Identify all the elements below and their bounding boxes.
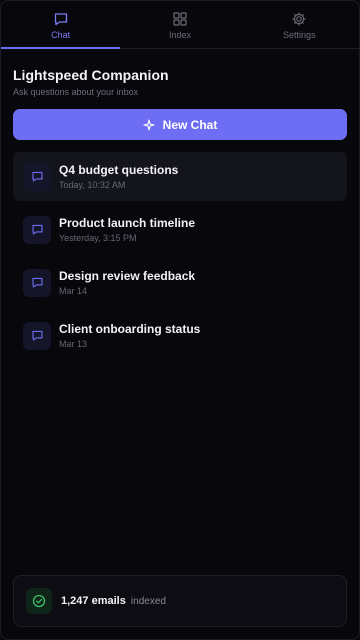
tab-index-label: Index [168,30,191,40]
chat-list-item[interactable]: Q4 budget questions Today, 10:32 AM [13,152,347,201]
chat-bubble-icon [31,330,43,341]
page-header: Lightspeed Companion Ask questions about… [1,49,359,97]
chat-bubble-icon [31,224,43,235]
indexed-count: 1,247 emails [61,595,126,607]
tab-settings-label: Settings [283,30,316,40]
chat-list-item[interactable]: Product launch timeline Yesterday, 3:15 … [13,205,347,254]
index-status-badge [26,588,52,614]
chat-list: Q4 budget questions Today, 10:32 AM Prod… [13,152,347,360]
chat-list-item[interactable]: Client onboarding status Mar 13 [13,311,347,360]
check-circle-icon [32,594,46,608]
sparkle-icon [143,118,155,131]
new-chat-label: New Chat [162,117,218,132]
indexed-label: indexed [130,596,166,607]
app-window: Chat Index Settings Lightspeed Companion… [0,0,360,640]
index-status-text: 1,247 emails indexed [61,595,166,607]
chat-item-time: Mar 14 [59,286,88,296]
tab-index[interactable]: Index [120,1,239,48]
chat-bubble-icon [54,13,67,26]
chat-item-title: Design review feedback [59,269,196,283]
chat-item-icon-box [23,162,51,191]
index-status-card: 1,247 emails indexed [13,575,347,627]
gear-icon [292,12,306,26]
chat-list-item[interactable]: Design review feedback Mar 14 [13,258,347,307]
chat-item-time: Mar 13 [59,339,88,349]
chat-item-time: Today, 10:32 AM [59,180,126,190]
tab-chat-label: Chat [51,30,71,40]
new-chat-button[interactable]: New Chat [13,109,347,140]
chat-bubble-icon [31,277,43,288]
tab-bar: Chat Index Settings [1,1,359,49]
page-subtitle: Ask questions about your inbox [13,87,139,97]
chat-item-time: Yesterday, 3:15 PM [59,233,137,243]
chat-item-icon-box [23,215,51,244]
tab-chat[interactable]: Chat [1,1,121,49]
chat-bubble-icon [31,171,43,182]
tab-settings[interactable]: Settings [240,1,359,48]
page-title: Lightspeed Companion [13,67,169,83]
grid-icon [173,12,187,26]
chat-item-icon-box [23,321,51,350]
chat-item-title: Product launch timeline [59,216,196,230]
chat-item-title: Q4 budget questions [59,163,179,177]
chat-item-icon-box [23,268,51,297]
chat-item-title: Client onboarding status [59,322,201,336]
